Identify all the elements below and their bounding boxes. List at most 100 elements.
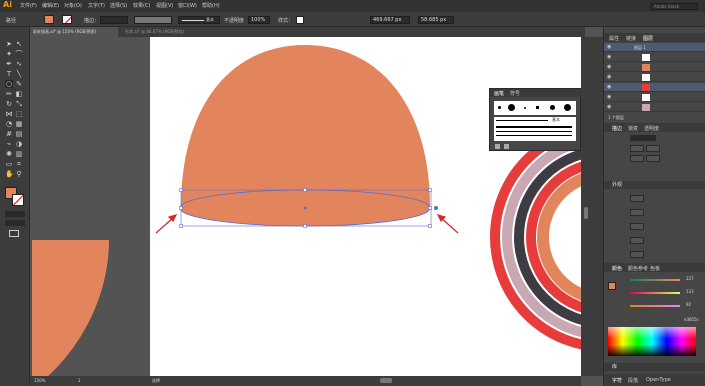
brush-dot-6[interactable] bbox=[564, 104, 571, 111]
vertical-scrollbar[interactable] bbox=[581, 37, 603, 376]
appearance-btn-4[interactable] bbox=[630, 237, 644, 244]
magic-wand-tool-icon[interactable]: ✦ bbox=[5, 50, 13, 58]
slider-g[interactable] bbox=[630, 292, 680, 294]
cap-butt-button[interactable] bbox=[630, 145, 644, 152]
blend-tool-icon[interactable]: ◑ bbox=[15, 140, 23, 148]
sublayer-row[interactable]: ◉ bbox=[604, 103, 705, 112]
tab-opentype[interactable]: OpenType bbox=[646, 377, 671, 383]
symbol-sprayer-tool-icon[interactable]: ✺ bbox=[5, 150, 13, 158]
tab-character[interactable]: 字符 bbox=[612, 377, 622, 384]
brush-stroke-basic[interactable] bbox=[496, 120, 548, 121]
menu-window[interactable]: 窗口(W) bbox=[178, 2, 197, 9]
brush-dot-1[interactable] bbox=[498, 106, 501, 109]
width-tool-icon[interactable]: ⋈ bbox=[5, 110, 13, 118]
join-round-button[interactable] bbox=[646, 155, 660, 162]
appearance-btn-3[interactable] bbox=[630, 223, 644, 230]
brush-stroke-4[interactable] bbox=[496, 135, 572, 136]
menu-view[interactable]: 视图(V) bbox=[156, 2, 173, 9]
tab-transparency[interactable]: 透明度 bbox=[644, 125, 659, 132]
color-fill-box[interactable] bbox=[608, 282, 616, 290]
type-tool-icon[interactable]: T bbox=[5, 70, 13, 78]
perspective-grid-tool-icon[interactable]: ▦ bbox=[15, 120, 23, 128]
visibility-eye-icon[interactable]: ◉ bbox=[607, 94, 611, 100]
sublayer-row[interactable]: ◉ bbox=[604, 93, 705, 102]
scale-tool-icon[interactable]: ⤡ bbox=[15, 100, 23, 108]
eyedropper-tool-icon[interactable]: ⌁ bbox=[5, 140, 13, 148]
color-mode-buttons[interactable] bbox=[5, 211, 25, 217]
free-transform-tool-icon[interactable]: ⬚ bbox=[15, 110, 23, 118]
gradient-tool-icon[interactable]: ▤ bbox=[15, 130, 23, 138]
brush-dot-3[interactable] bbox=[524, 107, 526, 109]
brush-options-icon[interactable] bbox=[504, 144, 509, 149]
draw-mode-buttons[interactable] bbox=[5, 220, 25, 226]
tab-layers[interactable]: 图层 bbox=[643, 35, 653, 42]
tab-links[interactable]: 链接 bbox=[626, 35, 636, 42]
slider-r[interactable] bbox=[630, 279, 680, 281]
rotate-tool-icon[interactable]: ↻ bbox=[5, 100, 13, 108]
tab-paragraph[interactable]: 段落 bbox=[628, 377, 638, 384]
color-spectrum[interactable] bbox=[608, 327, 696, 356]
menu-object[interactable]: 对象(O) bbox=[64, 2, 82, 9]
ellipse-tool-icon[interactable]: ○ bbox=[5, 80, 13, 88]
tab-symbols[interactable]: 符号 bbox=[510, 90, 520, 97]
slider-b[interactable] bbox=[630, 305, 680, 307]
brush-dot-2[interactable] bbox=[508, 104, 515, 111]
join-miter-button[interactable] bbox=[630, 155, 644, 162]
tab-stroke[interactable]: 描边 bbox=[612, 125, 622, 132]
zoom-level[interactable]: 150% bbox=[34, 378, 45, 383]
menu-file[interactable]: 文件(F) bbox=[20, 2, 37, 9]
shape-builder-tool-icon[interactable]: ◔ bbox=[5, 120, 13, 128]
height-field[interactable]: 58.685 px bbox=[418, 16, 454, 24]
pencil-tool-icon[interactable]: ✏ bbox=[5, 90, 13, 98]
tab-properties[interactable]: 属性 bbox=[609, 35, 619, 42]
variable-width-field[interactable] bbox=[134, 16, 172, 24]
layer-row-main[interactable]: ◉ 图层 1 bbox=[604, 43, 705, 52]
brush-stroke-3[interactable] bbox=[496, 131, 572, 132]
hand-tool-icon[interactable]: ✋ bbox=[5, 170, 14, 178]
sublayer-row[interactable]: ◉ bbox=[604, 73, 705, 82]
visibility-eye-icon[interactable]: ◉ bbox=[607, 64, 611, 70]
value-g[interactable]: 133 bbox=[686, 289, 694, 294]
brush-library-icon[interactable] bbox=[495, 144, 500, 149]
menu-select[interactable]: 选择(S) bbox=[110, 2, 127, 9]
hex-value[interactable]: e3855c bbox=[684, 317, 699, 322]
menu-help[interactable]: 帮助(H) bbox=[202, 2, 220, 9]
curvature-tool-icon[interactable]: ∿ bbox=[15, 60, 23, 68]
fill-swatch[interactable] bbox=[44, 15, 54, 24]
tab-color-guide[interactable]: 颜色参考 bbox=[628, 265, 648, 272]
screen-mode-icon[interactable] bbox=[9, 230, 19, 237]
appearance-btn-2[interactable] bbox=[630, 209, 644, 216]
appearance-btn-5[interactable] bbox=[630, 251, 644, 258]
appearance-btn-1[interactable] bbox=[630, 195, 644, 202]
lasso-tool-icon[interactable]: ⌒ bbox=[15, 50, 23, 58]
sublayer-row[interactable]: ◉ bbox=[604, 83, 705, 92]
value-b[interactable]: 92 bbox=[686, 302, 691, 307]
visibility-eye-icon[interactable]: ◉ bbox=[607, 54, 611, 60]
cap-round-button[interactable] bbox=[646, 145, 660, 152]
stroke-color-box[interactable] bbox=[12, 194, 24, 206]
artboard-tool-icon[interactable]: ▭ bbox=[5, 160, 13, 168]
canvas[interactable]: 画笔 符号 基本 bbox=[30, 37, 581, 376]
brush-stroke-2[interactable] bbox=[496, 126, 572, 128]
brush-dot-5[interactable] bbox=[550, 105, 555, 110]
tab-color[interactable]: 颜色 bbox=[612, 265, 622, 272]
search-field[interactable]: Adobe Stock bbox=[650, 3, 698, 10]
opacity-field[interactable]: 100% bbox=[248, 16, 270, 24]
stroke-weight-field[interactable] bbox=[100, 16, 128, 24]
selection-tool-icon[interactable]: ➤ bbox=[5, 40, 13, 48]
tab-brushes[interactable]: 画笔 bbox=[494, 90, 504, 97]
visibility-eye-icon[interactable]: ◉ bbox=[607, 84, 611, 90]
horizontal-scroll-thumb[interactable] bbox=[380, 378, 392, 383]
tab-shape[interactable]: 形状.ai* @ 66.67% (RGB/预览) bbox=[122, 27, 212, 37]
visibility-eye-icon[interactable]: ◉ bbox=[607, 104, 611, 110]
sublayer-row[interactable]: ◉ bbox=[604, 53, 705, 62]
graphic-style-swatch[interactable] bbox=[296, 16, 304, 24]
menu-effect[interactable]: 效果(C) bbox=[133, 2, 150, 9]
stroke-weight-control[interactable] bbox=[630, 135, 656, 141]
value-r[interactable]: 227 bbox=[686, 276, 694, 281]
width-field[interactable]: 469.667 px bbox=[370, 16, 410, 24]
eraser-tool-icon[interactable]: ◧ bbox=[15, 90, 23, 98]
tab-rainbow[interactable]: 彩虹插画.ai* @ 150% (RGB/预览) bbox=[30, 27, 118, 37]
tab-swatches[interactable]: 色板 bbox=[650, 265, 660, 272]
paintbrush-tool-icon[interactable]: ✎ bbox=[15, 80, 23, 88]
